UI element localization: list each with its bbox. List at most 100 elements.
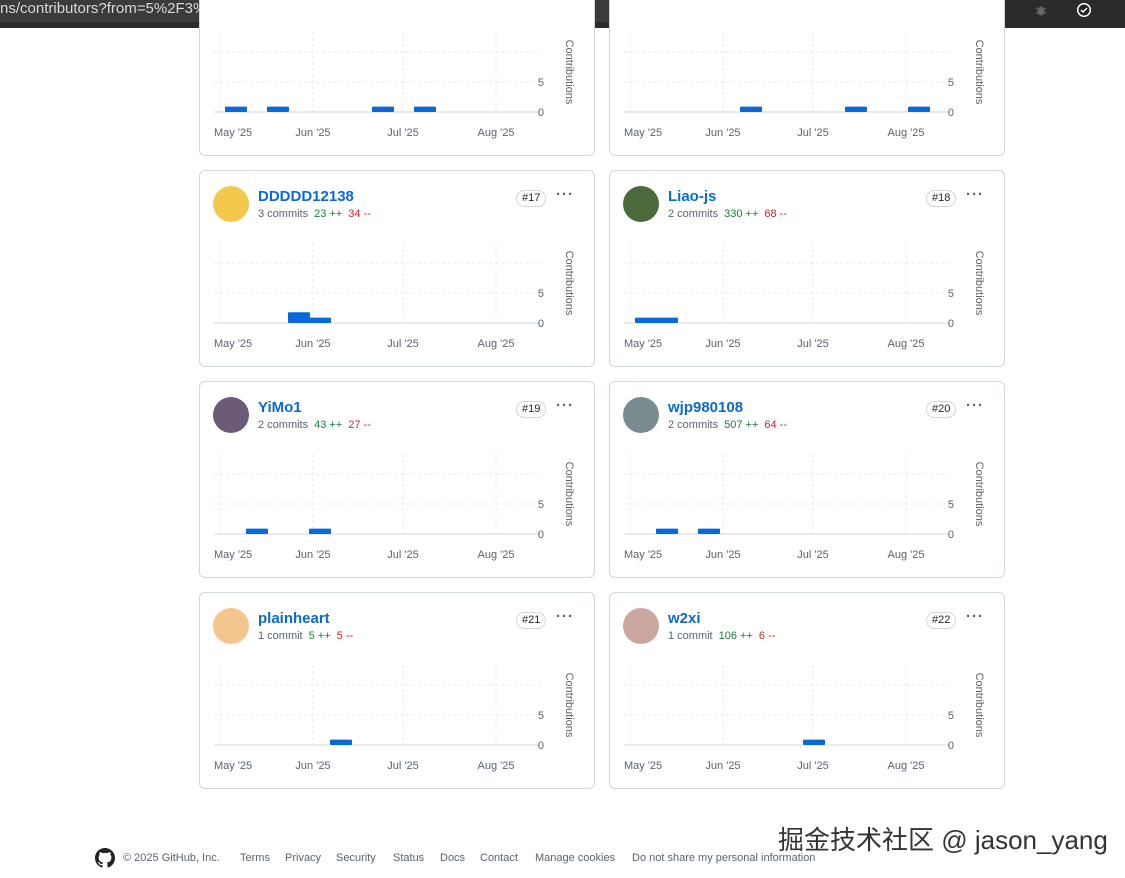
- footer-link-terms[interactable]: Terms: [240, 852, 270, 864]
- contributions-chart: May '25 Jun '25 Jul '25 Aug '25 0 5 Contributi…: [214, 243, 575, 350]
- contributor-name-link[interactable]: w2xi: [668, 610, 701, 627]
- contributions-chart: May '25 Jun '25 Jul '25 Aug '25 0 5 Contributi…: [214, 454, 575, 561]
- more-options-icon[interactable]: ···: [556, 608, 574, 625]
- watermark: 掘金技术社区 @ jason_yang: [778, 825, 1108, 855]
- contribution-bar[interactable]: [635, 317, 657, 323]
- more-options-icon[interactable]: ···: [966, 608, 984, 625]
- contributor-card: May '25 Jun '25 Jul '25 Aug '25 0 5 Contributi…: [199, 0, 595, 156]
- deletions-count: 6 --: [758, 630, 776, 642]
- contributor-stats: 3 commits 23 ++ 34 --: [258, 208, 371, 220]
- y-tick-label: 5: [948, 77, 954, 89]
- x-tick-label: Jul '25: [797, 338, 828, 350]
- contribution-bar[interactable]: [309, 528, 331, 534]
- contributor-stats: 1 commit 106 ++ 6 --: [668, 630, 775, 642]
- commit-count[interactable]: 2 commits: [258, 419, 308, 431]
- footer-copyright: © 2025 GitHub, Inc.: [123, 852, 220, 864]
- avatar[interactable]: [213, 186, 249, 222]
- contribution-bar[interactable]: [656, 317, 678, 323]
- contributor-name-link[interactable]: wjp980108: [668, 399, 743, 416]
- contribution-bar[interactable]: [845, 106, 867, 112]
- y-tick-label: 5: [538, 288, 544, 300]
- deletions-count: 68 --: [764, 208, 788, 220]
- footer-link-docs[interactable]: Docs: [440, 852, 465, 864]
- x-tick-label: May '25: [214, 338, 252, 350]
- x-tick-label: Aug '25: [888, 127, 925, 139]
- y-tick-label: 5: [948, 499, 954, 511]
- y-tick-label: 5: [538, 499, 544, 511]
- avatar[interactable]: [213, 608, 249, 644]
- additions-count: 507 ++: [724, 419, 759, 431]
- deletions-count: 27 --: [348, 419, 371, 431]
- x-tick-label: Jul '25: [387, 127, 418, 139]
- contributions-chart: May '25 Jun '25 Jul '25 Aug '25 0 5 Contributi…: [214, 665, 575, 772]
- contributions-chart: May '25 Jun '25 Jul '25 Aug '25 0 5 Contributi…: [624, 32, 985, 139]
- contribution-bar[interactable]: [288, 312, 310, 323]
- contributor-card: May '25 Jun '25 Jul '25 Aug '25 0 5 Contributi…: [609, 0, 1005, 156]
- x-tick-label: Aug '25: [478, 549, 515, 561]
- x-tick-label: Jul '25: [387, 760, 418, 772]
- x-tick-label: Jun '25: [705, 760, 740, 772]
- y-axis-label: Contributions: [973, 673, 985, 738]
- deletions-count: 64 --: [764, 419, 788, 431]
- contribution-bar[interactable]: [803, 739, 825, 745]
- contribution-bar[interactable]: [372, 106, 394, 112]
- rank-badge: #21: [516, 612, 547, 629]
- contribution-bar[interactable]: [225, 106, 247, 112]
- y-axis-label: Contributions: [973, 462, 985, 527]
- x-tick-label: Jun '25: [705, 549, 740, 561]
- avatar[interactable]: [213, 397, 249, 433]
- y-tick-label: 0: [538, 107, 544, 119]
- y-axis-label: Contributions: [563, 251, 575, 316]
- contributor-name-link[interactable]: YiMo1: [258, 399, 302, 416]
- contributor-card: YiMo1 2 commits 43 ++ 27 -- #19 ··· May '25 Jun…: [199, 381, 595, 578]
- avatar[interactable]: [623, 186, 659, 222]
- avatar[interactable]: [623, 397, 659, 433]
- footer-link-privacy[interactable]: Privacy: [285, 852, 321, 864]
- contribution-bar[interactable]: [656, 528, 678, 534]
- additions-count: 23 ++: [314, 208, 343, 220]
- footer-link-manage-cookies[interactable]: Manage cookies: [535, 852, 615, 864]
- x-tick-label: May '25: [624, 338, 662, 350]
- commit-count[interactable]: 2 commits: [668, 419, 718, 431]
- contributor-name-link[interactable]: Liao-js: [668, 188, 716, 205]
- bug-icon[interactable]: [1030, 0, 1052, 20]
- contribution-bar[interactable]: [267, 106, 289, 112]
- contribution-bar[interactable]: [246, 528, 268, 534]
- more-options-icon[interactable]: ···: [556, 397, 574, 414]
- commit-count[interactable]: 2 commits: [668, 208, 718, 220]
- contribution-bar[interactable]: [309, 317, 331, 323]
- github-logo-icon[interactable]: [95, 848, 115, 871]
- y-axis-label: Contributions: [563, 40, 575, 105]
- more-options-icon[interactable]: ···: [966, 186, 984, 203]
- x-tick-label: Jun '25: [705, 127, 740, 139]
- commit-count[interactable]: 1 commit: [258, 630, 303, 642]
- contributions-chart: May '25 Jun '25 Jul '25 Aug '25 0 5 Contributi…: [214, 32, 575, 139]
- x-tick-label: May '25: [214, 549, 252, 561]
- contributor-name-link[interactable]: plainheart: [258, 610, 330, 627]
- contributor-card: plainheart 1 commit 5 ++ 5 -- #21 ··· May '25 J…: [199, 592, 595, 789]
- contribution-bar[interactable]: [330, 739, 352, 745]
- y-tick-label: 0: [538, 740, 544, 752]
- more-options-icon[interactable]: ···: [556, 186, 574, 203]
- x-tick-label: Aug '25: [888, 760, 925, 772]
- footer-link-status[interactable]: Status: [393, 852, 424, 864]
- more-options-icon[interactable]: ···: [966, 397, 984, 414]
- contribution-bar[interactable]: [740, 106, 762, 112]
- contribution-bar[interactable]: [698, 528, 720, 534]
- footer-link-contact[interactable]: Contact: [480, 852, 518, 864]
- commit-count[interactable]: 1 commit: [668, 630, 713, 642]
- additions-count: 330 ++: [724, 208, 759, 220]
- rank-badge: #18: [926, 190, 957, 207]
- commit-count[interactable]: 3 commits: [258, 208, 308, 220]
- contribution-bar[interactable]: [908, 106, 930, 112]
- footer-link-security[interactable]: Security: [336, 852, 376, 864]
- y-axis-label: Contributions: [563, 462, 575, 527]
- x-tick-label: Jul '25: [387, 549, 418, 561]
- contributions-chart: May '25 Jun '25 Jul '25 Aug '25 0 5 Contributi…: [624, 454, 985, 561]
- x-tick-label: Aug '25: [888, 338, 925, 350]
- avatar[interactable]: [623, 608, 659, 644]
- contributor-card: wjp980108 2 commits 507 ++ 64 -- #20 ··· May '…: [609, 381, 1005, 578]
- checkmark-icon[interactable]: [1073, 0, 1095, 20]
- contribution-bar[interactable]: [414, 106, 436, 112]
- contributor-name-link[interactable]: DDDDD12138: [258, 188, 354, 205]
